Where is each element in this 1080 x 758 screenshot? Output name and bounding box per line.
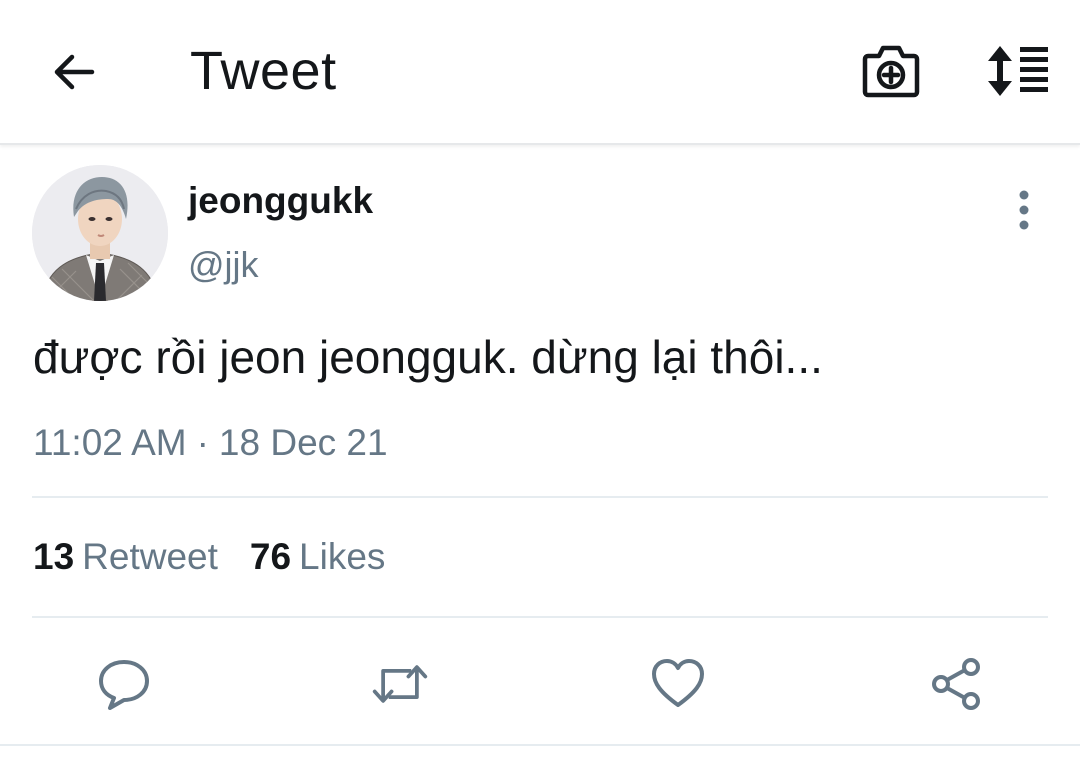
divider [32,496,1048,498]
sort-button[interactable] [982,44,1052,98]
heart-icon [652,659,704,707]
like-button[interactable] [648,654,708,714]
back-button[interactable] [48,46,100,98]
user-handle[interactable]: @jjk [188,244,259,286]
tweet-time: 11:02 AM [33,422,187,463]
share-icon [932,658,980,710]
tweet-text: được rồi jeon jeongguk. dừng lại thôi... [33,331,823,383]
timestamp-separator: · [196,422,209,463]
retweet-icon [372,665,428,703]
divider [0,744,1080,746]
profile-photo [32,165,168,301]
retweet-button[interactable] [370,654,430,714]
page-title: Tweet [190,41,337,101]
avatar[interactable] [32,165,168,301]
camera-plus-icon [862,45,920,98]
like-count[interactable]: 76 [250,536,291,577]
more-vertical-icon [1019,190,1029,230]
top-app-bar: Tweet [0,0,1080,145]
retweet-label[interactable]: Retweet [82,536,218,577]
screenshot-button[interactable] [860,42,922,100]
tweet-timestamp: 11:02 AM · 18 Dec 21 [33,422,388,464]
more-options-button[interactable] [1004,188,1044,232]
back-arrow-icon [54,54,95,90]
retweet-count[interactable]: 13 [33,536,74,577]
reply-icon [99,660,149,710]
like-label[interactable]: Likes [299,536,385,577]
sort-lines-icon [988,46,1048,96]
reply-button[interactable] [94,654,154,714]
display-name[interactable]: jeonggukk [188,180,373,222]
share-button[interactable] [926,654,986,714]
tweet-date: 18 Dec 21 [218,422,388,463]
engagement-stats: 13 Retweet 76 Likes [33,536,385,578]
divider [32,616,1048,618]
